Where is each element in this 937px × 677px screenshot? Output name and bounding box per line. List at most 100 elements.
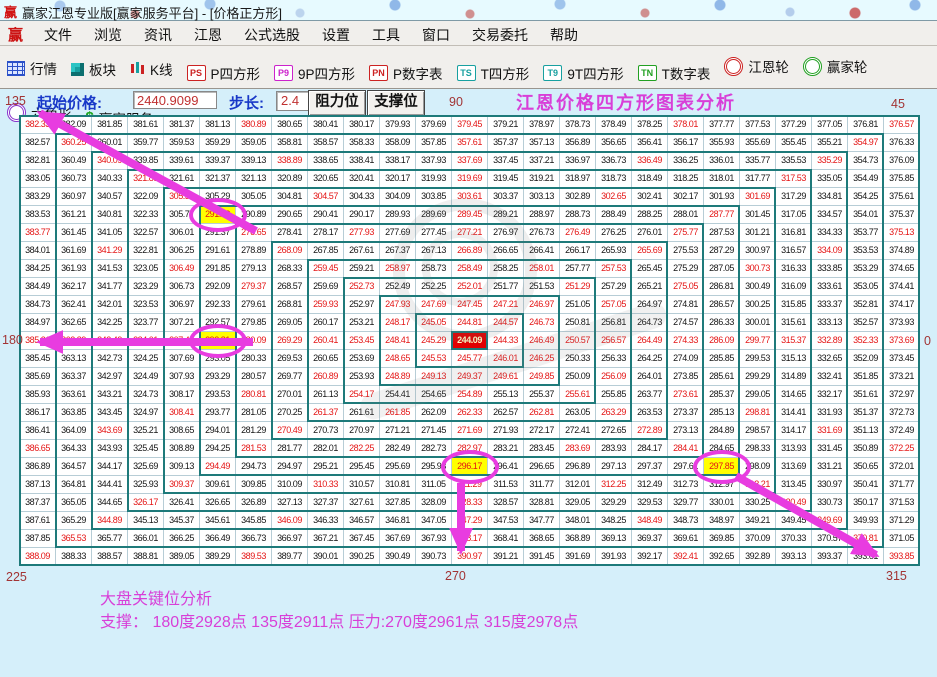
grid-cell: 249.61	[488, 368, 524, 386]
grid-cell: 351.85	[848, 368, 884, 386]
grid-cell: 293.77	[200, 404, 236, 422]
grid-cell: 330.73	[812, 494, 848, 512]
grid-cell: 360.49	[56, 152, 92, 170]
menu-item-公式选股[interactable]: 公式选股	[233, 24, 311, 46]
toolbar-item-P数字表[interactable]: PNP数字表	[362, 53, 450, 93]
grid-cell: 254.17	[344, 386, 380, 404]
menu-item-文件[interactable]: 文件	[33, 24, 83, 46]
toolbar-label: 9P四方形	[298, 63, 355, 83]
toolbar-item-P四方形[interactable]: PSP四方形	[180, 53, 268, 93]
toolbar-label: P数字表	[393, 63, 443, 83]
grid-cell: 362.89	[56, 332, 92, 350]
grid-cell: 335.05	[812, 170, 848, 188]
grid-cell: 371.29	[884, 512, 920, 530]
corner-label-45: 45	[891, 97, 905, 111]
grid-cell: 354.49	[848, 170, 884, 188]
grid-cell: 286.33	[704, 314, 740, 332]
grid-cell: 282.73	[416, 440, 452, 458]
grid-cell: 284.89	[704, 422, 740, 440]
start-price-input[interactable]	[133, 91, 217, 109]
menu-item-资讯[interactable]: 资讯	[133, 24, 183, 46]
resistance-button[interactable]: 阻力位	[308, 90, 366, 116]
grid-cell: 375.13	[884, 224, 920, 242]
grid-cell: 272.89	[632, 422, 668, 440]
grid-cell: 336.25	[668, 152, 704, 170]
grid-cell: 270.49	[272, 422, 308, 440]
toolbar-label: P四方形	[211, 63, 261, 83]
grid-cell: 245.29	[416, 332, 452, 350]
grid-cell: 271.69	[452, 422, 488, 440]
grid-cell: 340.33	[92, 170, 128, 188]
grid-cell: 355.69	[740, 134, 776, 152]
grid-cell: 376.33	[884, 134, 920, 152]
grid-cell: 279.37	[236, 278, 272, 296]
grid-cell: 258.97	[380, 260, 416, 278]
grid-cell: 265.21	[632, 278, 668, 296]
grid-cell: 387.61	[20, 512, 56, 530]
grid-cell: 278.65	[236, 224, 272, 242]
toolbar-label: K线	[150, 59, 173, 79]
menu-item-窗口[interactable]: 窗口	[411, 24, 461, 46]
grid-cell: 337.21	[524, 152, 560, 170]
grid-cell: 252.25	[416, 278, 452, 296]
menu-item-设置[interactable]: 设置	[311, 24, 361, 46]
menu-item-江恩[interactable]: 江恩	[183, 24, 233, 46]
corner-label-225: 225	[6, 570, 27, 584]
grid-cell: 307.21	[164, 314, 200, 332]
grid-cell: 389.53	[236, 548, 272, 566]
grid-cell: 305.29	[200, 188, 236, 206]
menu-logo-icon: 赢	[8, 24, 23, 45]
grid-cell: 326.89	[236, 494, 272, 512]
grid-cell: 330.01	[704, 494, 740, 512]
grid-cell: 304.57	[308, 188, 344, 206]
grid-cell: 354.97	[848, 134, 884, 152]
footer-analysis-title: 大盘关键位分析	[100, 585, 212, 609]
toolbar-item-江恩轮[interactable]: 江恩轮	[717, 46, 796, 86]
toolbar-item-行情[interactable]: 行情	[0, 48, 64, 88]
grid-cell: 344.41	[92, 476, 128, 494]
grid-cell: 255.85	[596, 386, 632, 404]
grid-cell: 335.77	[740, 152, 776, 170]
grid-cell: 310.57	[344, 476, 380, 494]
toolbar-item-T数字表[interactable]: TNT数字表	[631, 53, 718, 93]
support-button[interactable]: 支撑位	[367, 90, 425, 116]
grid-cell: 358.33	[344, 134, 380, 152]
toolbar-item-T四方形[interactable]: TST四方形	[450, 53, 537, 93]
grid-cell: 325.45	[128, 440, 164, 458]
grid-cell: 389.29	[200, 548, 236, 566]
grid-cell: 361.69	[56, 242, 92, 260]
grid-cell: 286.81	[704, 278, 740, 296]
menu-item-工具[interactable]: 工具	[361, 24, 411, 46]
grid-cell: 271.45	[416, 422, 452, 440]
menu-item-浏览[interactable]: 浏览	[83, 24, 133, 46]
grid-cell: 268.81	[272, 296, 308, 314]
grid-cell: 312.25	[596, 476, 632, 494]
grid-cell: 273.37	[668, 404, 704, 422]
grid-cell: 257.53	[596, 260, 632, 278]
toolbar-item-9P四方形[interactable]: P99P四方形	[267, 53, 362, 93]
grid-cell: 344.89	[92, 512, 128, 530]
grid-cell: 376.81	[848, 116, 884, 134]
grid-cell: 324.97	[128, 404, 164, 422]
menu-item-交易委托[interactable]: 交易委托	[461, 24, 539, 46]
grid-cell: 336.73	[596, 152, 632, 170]
grid-cell: 248.65	[380, 350, 416, 368]
grid-cell: 360.25	[56, 134, 92, 152]
grid-cell: 325.93	[128, 476, 164, 494]
grid-cell: 325.69	[128, 458, 164, 476]
grid-cell: 393.61	[848, 548, 884, 566]
grid-cell: 378.25	[632, 116, 668, 134]
toolbar-item-9T四方形[interactable]: T99T四方形	[536, 53, 630, 93]
toolbar-item-K线[interactable]: K线	[123, 49, 180, 89]
toolbar: 行情板块K线PSP四方形P99P四方形PNP数字表TST四方形T99T四方形TN…	[0, 46, 937, 89]
grid-cell: 291.37	[200, 224, 236, 242]
toolbar-item-板块[interactable]: 板块	[64, 49, 123, 89]
grid-cell: 281.77	[272, 440, 308, 458]
grid-cell: 384.73	[20, 296, 56, 314]
grid-cell: 286.09	[704, 332, 740, 350]
toolbar-item-赢家轮[interactable]: 赢家轮	[796, 46, 875, 86]
grid-cell: 318.73	[596, 170, 632, 188]
grid-cell: 346.33	[308, 512, 344, 530]
grid-cell: 342.73	[92, 350, 128, 368]
menu-item-帮助[interactable]: 帮助	[539, 24, 589, 46]
